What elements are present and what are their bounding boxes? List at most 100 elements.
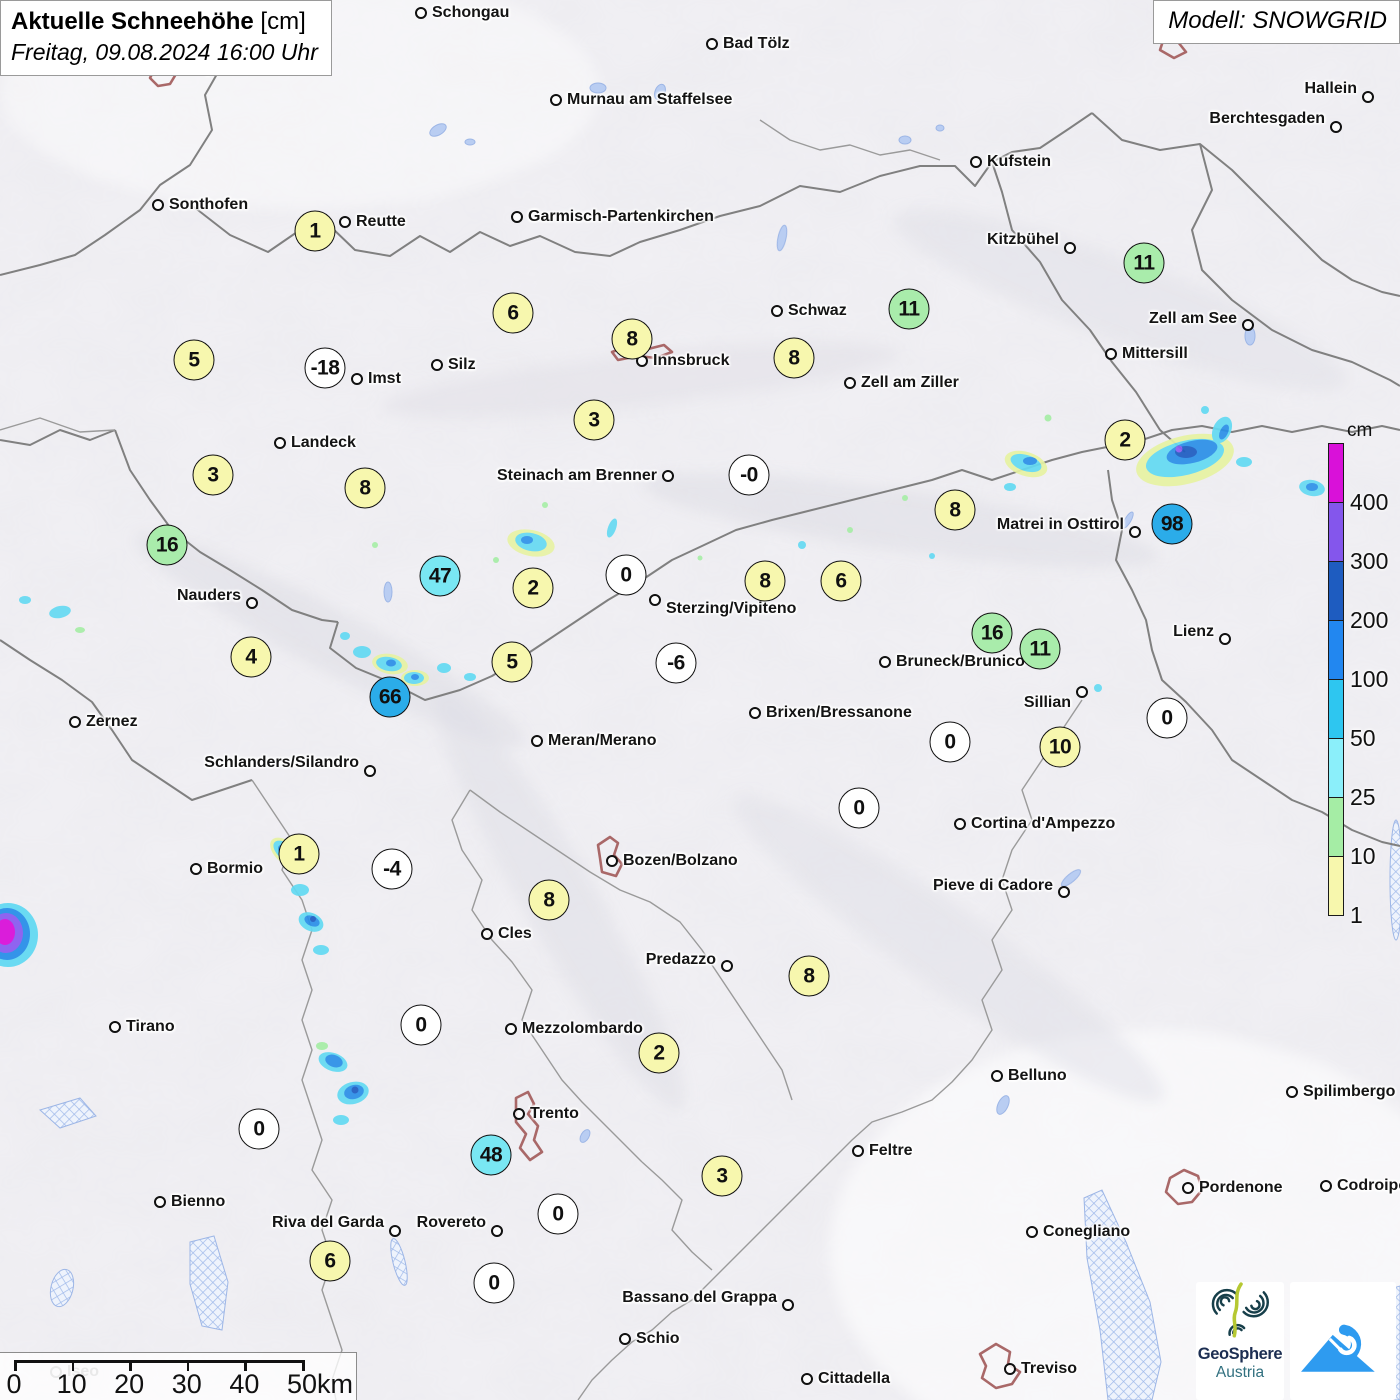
station-value-badge: 8 <box>934 489 976 531</box>
city-marker-icon <box>991 1070 1003 1082</box>
city-label: Trento <box>530 1105 579 1122</box>
city-label: Riva del Garda <box>271 1214 384 1231</box>
city-marker-icon <box>749 707 761 719</box>
title-box: Aktuelle Schneehöhe [cm] Freitag, 09.08.… <box>0 0 332 76</box>
scale-tick-label: 10 <box>56 1369 87 1399</box>
geosphere-logo: GeoSphere Austria <box>1196 1282 1284 1400</box>
station-value-badge: 6 <box>309 1240 351 1282</box>
city-marker-icon <box>649 594 661 606</box>
city-marker-icon <box>109 1021 121 1033</box>
city-marker-icon <box>970 156 982 168</box>
station-value-badge: 8 <box>611 318 653 360</box>
station-value-badge: 8 <box>788 955 830 997</box>
legend-swatch-400 <box>1328 443 1344 503</box>
city-label: Silz <box>448 356 476 373</box>
city-label: Bassano del Grappa <box>622 1289 777 1306</box>
city-label: Murnau am Staffelsee <box>567 91 733 108</box>
city-label: Sonthofen <box>169 196 249 213</box>
legend-tick-label: 400 <box>1350 489 1389 515</box>
station-value-badge: -4 <box>371 848 413 890</box>
station-value-badge: 66 <box>369 676 411 718</box>
city-label: Landeck <box>291 434 356 451</box>
city-label: Reutte <box>356 213 406 230</box>
city-label: Feltre <box>869 1142 913 1159</box>
city-marker-icon <box>662 470 674 482</box>
city-label: Pieve di Cadore <box>932 877 1053 894</box>
station-value-badge: 47 <box>419 555 461 597</box>
city-marker-icon <box>1004 1363 1016 1375</box>
scale-tick-label: 20 <box>114 1369 145 1399</box>
station-value-badge: 3 <box>701 1155 743 1197</box>
city-label: Garmisch-Partenkirchen <box>528 208 714 225</box>
city-label: Pordenone <box>1199 1179 1283 1196</box>
city-label: Imst <box>368 370 401 387</box>
city-marker-icon <box>1362 91 1374 103</box>
city-label: Bozen/Bolzano <box>623 852 738 869</box>
city-marker-icon <box>274 437 286 449</box>
legend-swatch-300 <box>1328 502 1344 562</box>
legend-unit-label: cm <box>1347 420 1373 441</box>
city-marker-icon <box>1076 686 1088 698</box>
city-marker-icon <box>1058 886 1070 898</box>
station-value-badge: 3 <box>192 454 234 496</box>
scale-tick-label: 50km <box>286 1369 354 1399</box>
city-marker-icon <box>1219 633 1231 645</box>
station-value-badge: 10 <box>1039 726 1081 768</box>
city-label: Bruneck/Brunico <box>896 653 1025 670</box>
map-subtitle: Freitag, 09.08.2024 16:00 Uhr <box>11 39 318 65</box>
city-label: Bad Tölz <box>723 35 790 52</box>
city-label: Sterzing/Vipiteno <box>666 600 797 617</box>
city-label: Cortina d'Ampezzo <box>971 815 1116 832</box>
station-value-badge: 16 <box>971 612 1013 654</box>
city-marker-icon <box>69 716 81 728</box>
city-marker-icon <box>879 656 891 668</box>
scale-bar-line <box>14 1360 303 1363</box>
city-label: Hallein <box>1304 80 1357 97</box>
city-label: Kitzbühel <box>987 231 1059 248</box>
legend-swatch-10 <box>1328 797 1344 857</box>
city-label: Sillian <box>1023 694 1071 711</box>
city-label: Meran/Merano <box>548 732 657 749</box>
city-label: Spilimbergo <box>1303 1083 1396 1100</box>
station-value-badge: 2 <box>638 1032 680 1074</box>
city-marker-icon <box>505 1023 517 1035</box>
city-marker-icon <box>1182 1182 1194 1194</box>
city-label: Zernez <box>86 713 138 730</box>
station-value-badge: -6 <box>655 642 697 684</box>
station-value-badge: 1 <box>278 833 320 875</box>
city-marker-icon <box>531 735 543 747</box>
model-label: Modell: SNOWGRID <box>1153 0 1400 44</box>
station-value-badge: 0 <box>1146 697 1188 739</box>
station-value-badge: 0 <box>838 787 880 829</box>
city-label: Schwaz <box>788 302 847 319</box>
station-value-badge: -0 <box>728 454 770 496</box>
avalanche-service-logo <box>1290 1282 1396 1400</box>
station-value-badge: 0 <box>537 1193 579 1235</box>
scale-tick-label: 0 <box>6 1369 22 1399</box>
city-marker-icon <box>513 1108 525 1120</box>
station-value-badge: 11 <box>888 288 930 330</box>
geosphere-icon <box>1211 1282 1269 1338</box>
station-value-badge: 6 <box>492 292 534 334</box>
city-label: Matrei in Osttirol <box>996 516 1124 533</box>
station-value-badge: 8 <box>773 337 815 379</box>
city-marker-icon <box>801 1373 813 1385</box>
city-label: Schongau <box>432 4 510 21</box>
station-value-badge: -18 <box>304 347 346 389</box>
city-marker-icon <box>1064 242 1076 254</box>
city-label: Zell am See <box>1148 310 1237 327</box>
city-marker-icon <box>190 863 202 875</box>
city-label: Cles <box>498 925 532 942</box>
station-value-badge: 5 <box>491 641 533 683</box>
legend-tick-label: 1 <box>1350 902 1363 928</box>
legend-swatch-25 <box>1328 738 1344 798</box>
city-marker-icon <box>1286 1086 1298 1098</box>
snow-map-stage: SchongauBad TölzKemptenMurnau am Staffel… <box>0 0 1400 1400</box>
city-marker-icon <box>152 199 164 211</box>
city-label: Schlanders/Silandro <box>204 754 359 771</box>
city-label: Rovereto <box>416 1214 486 1231</box>
station-value-badge: 2 <box>512 567 554 609</box>
city-marker-icon <box>606 855 618 867</box>
city-marker-icon <box>619 1333 631 1345</box>
city-label: Steinach am Brenner <box>496 467 657 484</box>
